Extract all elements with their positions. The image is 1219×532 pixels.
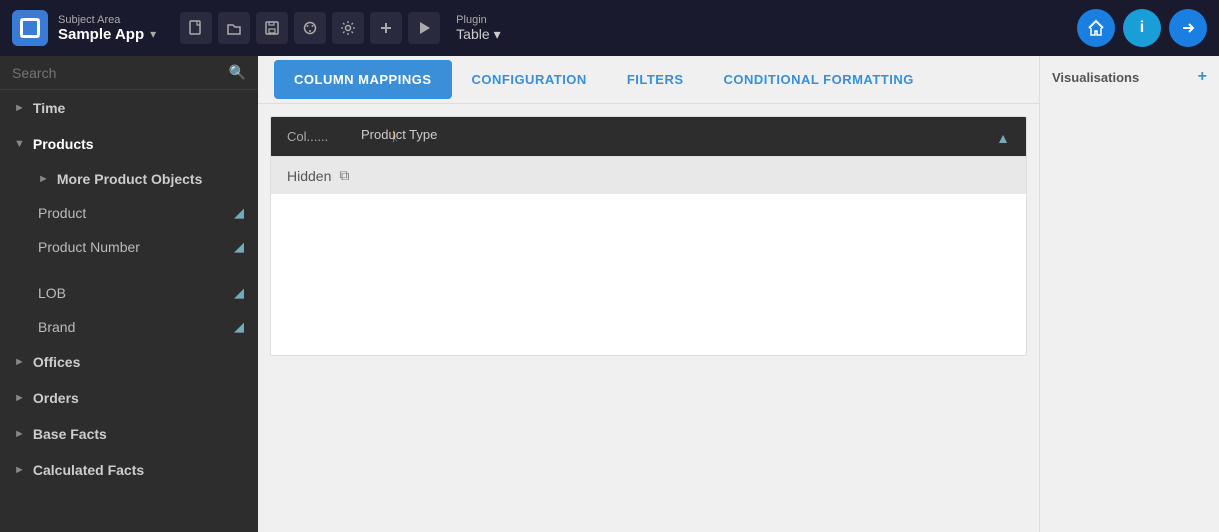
sidebar-item-lob[interactable]: LOB ◢ <box>0 276 258 310</box>
base-facts-arrow-icon: ► <box>14 428 25 440</box>
sidebar: 🔍 ► Time ▼ Products ► More Product Objec… <box>0 56 258 532</box>
mapping-col-label: Col...... <box>287 129 328 144</box>
copy-icon[interactable]: ⧉ <box>339 167 349 184</box>
tab-filters[interactable]: FILTERS <box>607 60 704 99</box>
sidebar-item-offices-label: Offices <box>33 354 80 370</box>
mapping-table: Col...... Product Type 🚶 ▲ Hidden ⧉ <box>270 116 1027 356</box>
app-logo <box>12 10 48 46</box>
play-icon[interactable] <box>408 12 440 44</box>
share-button[interactable] <box>1169 9 1207 47</box>
subject-area-label: Subject Area <box>58 14 156 26</box>
visualisations-label: Visualisations <box>1052 70 1139 85</box>
tab-conditional-formatting[interactable]: CONDITIONAL FORMATTING <box>704 60 934 99</box>
sidebar-item-more-product-objects-label: More Product Objects <box>57 171 202 187</box>
top-right-buttons: i <box>1077 9 1207 47</box>
content-area: COLUMN MAPPINGS CONFIGURATION FILTERS CO… <box>258 56 1039 532</box>
app-info: Subject Area Sample App ▾ <box>58 14 156 43</box>
brand-filter-icon[interactable]: ◢ <box>234 319 244 335</box>
app-dropdown-arrow[interactable]: ▾ <box>150 27 156 41</box>
search-input[interactable] <box>12 65 229 81</box>
product-filter-icon[interactable]: ◢ <box>234 205 244 221</box>
orders-arrow-icon: ► <box>14 392 25 404</box>
sidebar-item-calculated-facts[interactable]: ► Calculated Facts <box>0 452 258 488</box>
info-button[interactable]: i <box>1123 9 1161 47</box>
sidebar-item-base-facts[interactable]: ► Base Facts <box>0 416 258 452</box>
sidebar-item-time-label: Time <box>33 100 65 116</box>
products-arrow-icon: ▼ <box>14 138 25 150</box>
open-file-icon[interactable] <box>218 12 250 44</box>
sidebar-item-product-number[interactable]: Product Number ◢ <box>0 230 258 264</box>
visualisations-add-icon[interactable]: + <box>1198 68 1207 86</box>
sidebar-item-orders-label: Orders <box>33 390 79 406</box>
search-bar: 🔍 <box>0 56 258 90</box>
right-panel: Visualisations + <box>1039 56 1219 532</box>
sidebar-item-product[interactable]: Product ◢ <box>0 196 258 230</box>
palette-icon[interactable] <box>294 12 326 44</box>
sidebar-item-time[interactable]: ► Time <box>0 90 258 126</box>
plugin-select[interactable]: Table ▾ <box>456 26 501 43</box>
sidebar-item-more-product-objects[interactable]: ► More Product Objects <box>0 162 258 196</box>
settings-icon[interactable] <box>332 12 364 44</box>
visualisations-header: Visualisations + <box>1052 68 1207 86</box>
offices-arrow-icon: ► <box>14 356 25 368</box>
home-button[interactable] <box>1077 9 1115 47</box>
mapping-header-row: Col...... Product Type 🚶 ▲ <box>271 117 1026 156</box>
sidebar-item-products[interactable]: ▼ Products <box>0 126 258 162</box>
sidebar-item-brand-label: Brand <box>38 319 75 335</box>
mapping-product-type-label: Product Type <box>361 127 437 142</box>
plugin-label: Plugin <box>456 14 501 26</box>
sidebar-item-base-facts-label: Base Facts <box>33 426 107 442</box>
mapping-filter-icon[interactable]: ▲ <box>996 130 1010 146</box>
calculated-facts-arrow-icon: ► <box>14 464 25 476</box>
sidebar-item-brand[interactable]: Brand ◢ <box>0 310 258 344</box>
tab-column-mappings[interactable]: COLUMN MAPPINGS <box>274 60 452 99</box>
top-bar: Subject Area Sample App ▾ Plugin <box>0 0 1219 56</box>
sidebar-item-product-label: Product <box>38 205 86 221</box>
sidebar-item-lob-label: LOB <box>38 285 66 301</box>
app-name: Sample App <box>58 26 144 43</box>
sidebar-item-offices[interactable]: ► Offices <box>0 344 258 380</box>
sidebar-item-products-label: Products <box>33 136 94 152</box>
search-icon[interactable]: 🔍 <box>229 64 246 81</box>
save-icon[interactable] <box>256 12 288 44</box>
plugin-section: Plugin Table ▾ <box>456 14 501 43</box>
sidebar-item-product-number-label: Product Number <box>38 239 140 255</box>
more-products-arrow-icon: ► <box>38 173 49 185</box>
app-logo-inner <box>20 18 40 38</box>
app-name-row: Sample App ▾ <box>58 26 156 43</box>
sidebar-item-orders[interactable]: ► Orders <box>0 380 258 416</box>
product-number-filter-icon[interactable]: ◢ <box>234 239 244 255</box>
time-arrow-icon: ► <box>14 102 25 114</box>
info-icon: i <box>1140 19 1144 37</box>
hidden-label: Hidden <box>287 168 331 184</box>
plugin-name: Table <box>456 26 489 42</box>
column-mappings-area: Col...... Product Type 🚶 ▲ Hidden ⧉ <box>258 104 1039 532</box>
tab-configuration[interactable]: CONFIGURATION <box>452 60 607 99</box>
main-layout: 🔍 ► Time ▼ Products ► More Product Objec… <box>0 56 1219 532</box>
toolbar-icons <box>180 12 440 44</box>
mapping-hidden-row: Hidden ⧉ <box>271 156 1026 194</box>
lob-filter-icon[interactable]: ◢ <box>234 285 244 301</box>
sidebar-item-calculated-facts-label: Calculated Facts <box>33 462 144 478</box>
plugin-dropdown-arrow: ▾ <box>494 26 501 43</box>
add-icon[interactable] <box>370 12 402 44</box>
tabs-bar: COLUMN MAPPINGS CONFIGURATION FILTERS CO… <box>258 56 1039 104</box>
new-file-icon[interactable] <box>180 12 212 44</box>
plugin-info: Plugin Table ▾ <box>456 14 501 43</box>
